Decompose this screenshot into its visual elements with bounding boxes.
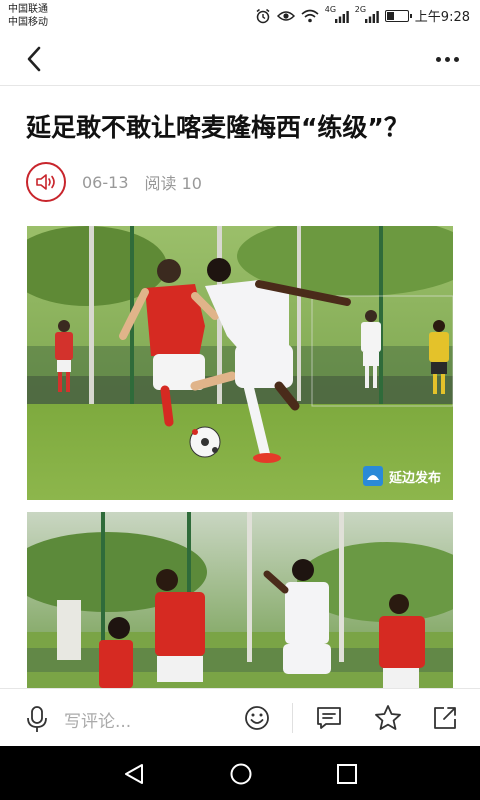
status-time: 上午9:28 <box>414 10 470 25</box>
comments-icon[interactable] <box>316 705 342 731</box>
more-horizontal-icon[interactable] <box>432 46 462 72</box>
carrier-info: 中国联通 中国移动 <box>8 3 48 29</box>
status-icons: 4G 2G 上午9:28 <box>255 5 470 25</box>
battery-icon <box>384 9 412 22</box>
soccer-match-photo <box>27 512 453 688</box>
signal-bars-icon <box>364 10 379 23</box>
more-dot <box>435 56 441 62</box>
system-nav-bar <box>0 746 480 800</box>
photo-watermark: 延边发布 <box>362 466 441 486</box>
divider <box>292 703 293 733</box>
chevron-left-icon[interactable] <box>20 44 50 74</box>
comment-input[interactable]: 写评论... <box>64 707 131 732</box>
more-dot <box>444 56 450 62</box>
publish-date: 06-13 <box>82 172 129 192</box>
recents-square-icon[interactable] <box>336 763 358 785</box>
star-icon[interactable] <box>374 704 402 732</box>
signal-bars-icon <box>334 10 349 23</box>
more-dot <box>453 56 459 62</box>
yanbian-logo-icon <box>362 466 383 486</box>
article-photo-2[interactable] <box>27 512 453 688</box>
article-meta: 06-13 阅读 10 <box>26 162 202 202</box>
home-circle-icon[interactable] <box>229 762 253 786</box>
share-icon[interactable] <box>432 705 458 731</box>
audio-play-button[interactable] <box>26 162 66 202</box>
microphone-icon[interactable] <box>24 705 50 733</box>
soccer-match-photo <box>27 226 453 500</box>
signal-4g: 4G <box>325 5 349 23</box>
back-triangle-icon[interactable] <box>122 762 146 786</box>
read-count: 阅读 10 <box>144 174 202 193</box>
article-photo-1[interactable]: 延边发布 <box>27 226 453 500</box>
alarm-icon <box>256 8 270 23</box>
signal-2g: 2G <box>355 5 379 23</box>
comment-bar: 写评论... <box>0 688 480 746</box>
speaker-icon <box>36 174 55 190</box>
carrier-2: 中国移动 <box>8 17 48 28</box>
wifi-icon <box>301 9 319 22</box>
app-bar <box>0 32 480 86</box>
status-bar: 中国联通 中国移动 4G 2G 上午9:28 <box>0 0 480 32</box>
eye-icon <box>276 10 295 21</box>
article-title: 延足敢不敢让喀麦隆梅西“练级”？ <box>26 113 409 142</box>
carrier-1: 中国联通 <box>8 4 48 15</box>
emoji-icon[interactable] <box>244 705 270 731</box>
watermark-text: 延边发布 <box>388 470 441 486</box>
